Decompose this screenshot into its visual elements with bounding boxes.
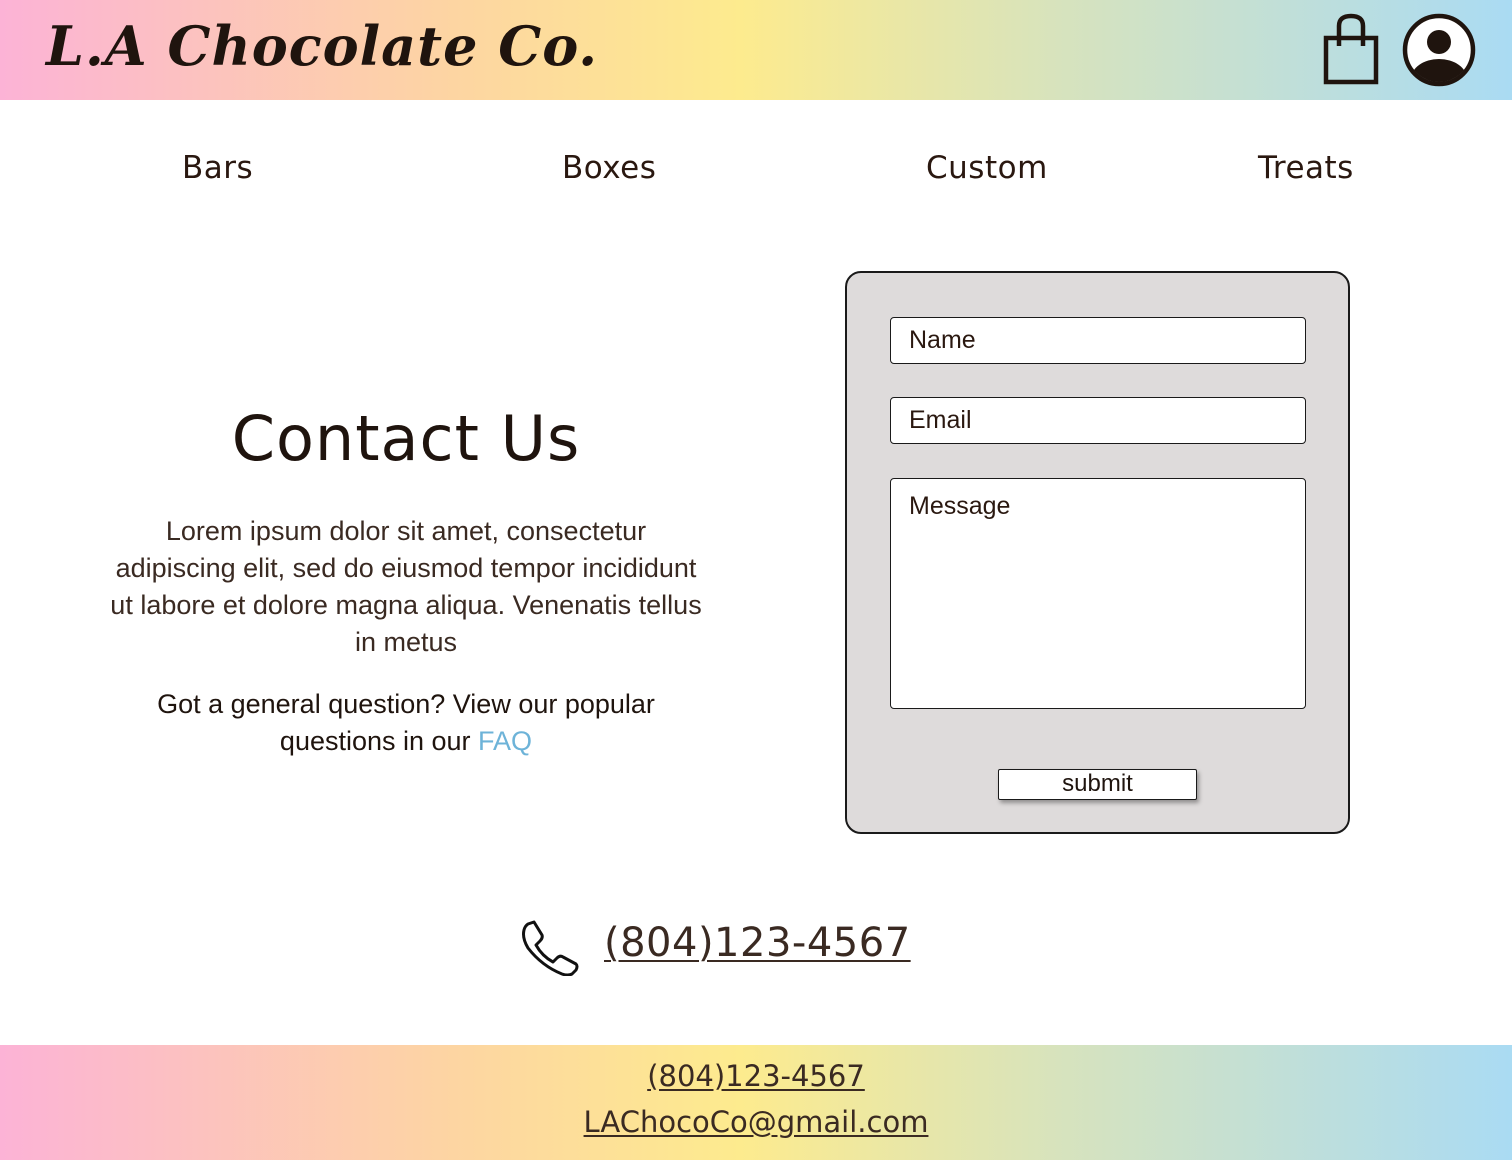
- footer-email-link[interactable]: LAChocoCo@gmail.com: [584, 1105, 929, 1139]
- faq-prompt-text: Got a general question? View our popular…: [157, 689, 655, 756]
- shopping-bag-icon[interactable]: [1320, 12, 1382, 86]
- user-account-icon[interactable]: [1402, 13, 1476, 87]
- phone-number-link[interactable]: (804)123-4567: [604, 920, 911, 966]
- message-field[interactable]: Message: [890, 478, 1306, 709]
- nav-item-treats[interactable]: Treats: [1258, 150, 1354, 186]
- email-field[interactable]: Email: [890, 397, 1306, 444]
- footer-email: LAChocoCo@gmail.com: [0, 1105, 1512, 1139]
- page-title: Contact Us: [231, 402, 581, 475]
- footer-phone-link[interactable]: (804)123-4567: [647, 1059, 865, 1093]
- faq-prompt: Got a general question? View our popular…: [110, 686, 702, 760]
- site-logo[interactable]: L.A Chocolate Co.: [46, 14, 598, 78]
- phone-icon: [520, 918, 580, 977]
- submit-button[interactable]: submit: [998, 769, 1197, 800]
- contact-description: Lorem ipsum dolor sit amet, consectetur …: [110, 516, 702, 657]
- nav-item-custom[interactable]: Custom: [926, 150, 1048, 186]
- footer-phone: (804)123-4567: [0, 1059, 1512, 1093]
- nav-item-bars[interactable]: Bars: [182, 150, 253, 186]
- name-field[interactable]: Name: [890, 317, 1306, 364]
- nav-item-boxes[interactable]: Boxes: [562, 150, 656, 186]
- faq-link[interactable]: FAQ: [478, 726, 532, 756]
